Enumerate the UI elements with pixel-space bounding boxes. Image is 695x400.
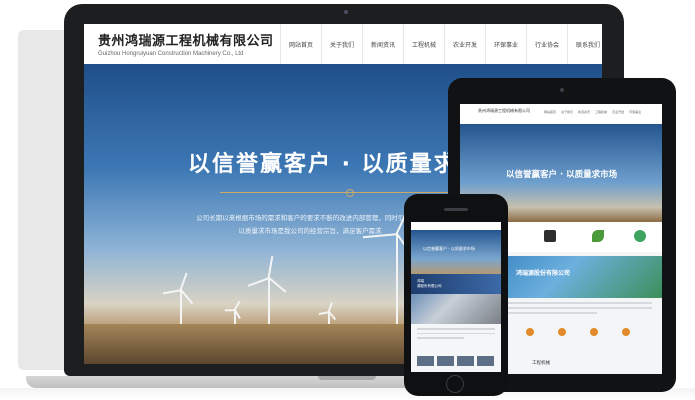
service-icon [526,328,534,336]
nav-item-environment[interactable]: 环保事业 [485,24,526,64]
service-icon [622,328,630,336]
service-icon [590,328,598,336]
thumbnail[interactable] [457,356,474,366]
tablet-nav-item[interactable]: 农业开发 [612,110,624,114]
thumbnail[interactable] [477,356,494,366]
nav-item-contact[interactable]: 联系我们 [567,24,602,64]
brand-logo[interactable]: 贵州鸿瑞源工程机械有限公司 Guizhou Hongruiyuan Constr… [98,30,274,57]
tablet-nav-item[interactable]: 环保事业 [629,110,641,114]
home-button[interactable] [446,375,464,393]
camera-icon [344,10,348,14]
service-icon [558,328,566,336]
nav-item-home[interactable]: 网站首页 [280,24,321,64]
nav-item-agriculture[interactable]: 农业开发 [444,24,485,64]
laptop-notch [318,376,376,380]
hero-divider [220,192,460,193]
phone-band-text: 鸿瑞 源股份有限公司 [417,279,442,289]
phone-text-block [417,328,495,342]
site-header: 贵州鸿瑞源工程机械有限公司 Guizhou Hongruiyuan Constr… [84,24,602,64]
phone-header [411,222,501,230]
nav-item-machinery[interactable]: 工程机械 [403,24,444,64]
phone-hero: 以信誉赢客户 · 以质量求市场 [411,230,501,274]
nav-item-association[interactable]: 行业协会 [526,24,567,64]
tablet-hero-title: 以信誉赢客户 · 以质量求市场 [506,170,618,180]
tablet-nav: 网站首页 关于我们 新闻资讯 工程机械 农业开发 环保事业 [544,110,641,114]
thumbnail[interactable] [417,356,434,366]
tablet-header: 贵州鸿瑞源工程机械有限公司 网站首页 关于我们 新闻资讯 工程机械 农业开发 环… [460,104,662,124]
tablet-banner-title: 鸿瑞源股份有限公司 [516,270,571,277]
leaf-icon [592,230,604,242]
brand-name-en: Guizhou Hongruiyuan Construction Machine… [98,51,244,57]
speaker-icon [444,208,468,211]
phone-thumbnail-grid [417,356,495,366]
nav-item-news[interactable]: 新闻资讯 [362,24,403,64]
phone-band-line: 源股份有限公司 [417,284,442,288]
recycle-icon [634,230,646,242]
nav-item-about[interactable]: 关于我们 [321,24,362,64]
phone-screen: 以信誉赢客户 · 以质量求市场 鸿瑞 源股份有限公司 [411,222,501,372]
tablet-brand[interactable]: 贵州鸿瑞源工程机械有限公司 [478,108,530,114]
tablet-nav-item[interactable]: 工程机械 [595,110,607,114]
main-nav: 网站首页 关于我们 新闻资讯 工程机械 农业开发 环保事业 行业协会 联系我们 [280,24,602,64]
phone-hero-title: 以信誉赢客户 · 以质量求市场 [423,246,475,251]
tablet-nav-item[interactable]: 关于我们 [561,110,573,114]
phone-info-band: 鸿瑞 源股份有限公司 [411,274,501,294]
brand-name-cn: 贵州鸿瑞源工程机械有限公司 [98,34,274,49]
hero-divider-ornament [346,189,354,197]
thumbnail[interactable] [437,356,454,366]
phone-feature-image [411,294,501,324]
camera-icon [560,88,564,92]
tablet-section-title: 工程机械 [532,361,550,366]
tablet-nav-item[interactable]: 新闻资讯 [578,110,590,114]
worker-icon [544,230,556,242]
tablet-nav-item[interactable]: 网站首页 [544,110,556,114]
